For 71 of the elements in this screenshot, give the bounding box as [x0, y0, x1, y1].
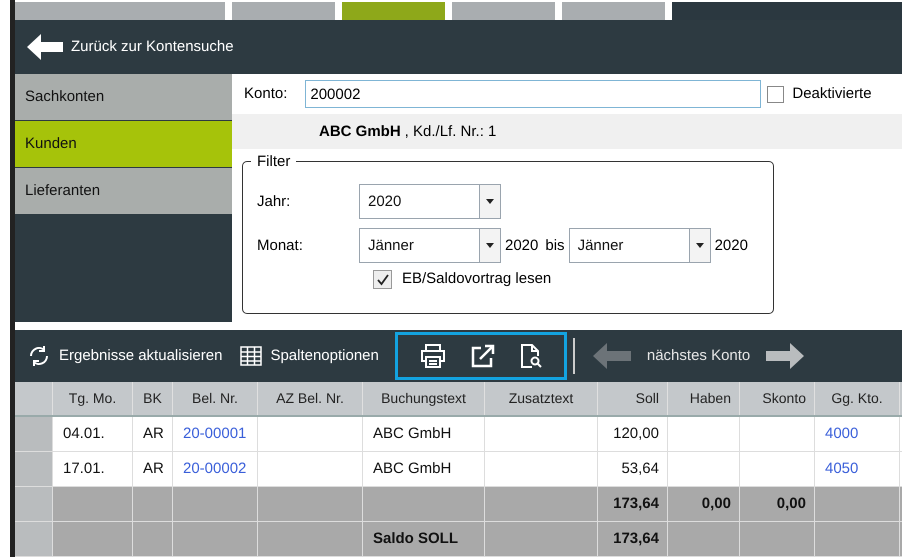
customer-number: , Kd./Lf. Nr.: 1 — [404, 122, 496, 142]
refresh-button[interactable]: Ergebnisse aktualisieren — [27, 344, 222, 368]
column-header[interactable]: Buchungstext — [363, 382, 485, 415]
table-link[interactable]: 4050 — [825, 458, 858, 480]
year-label: Jahr: — [257, 192, 292, 212]
table-icon — [240, 346, 262, 366]
month-label: Monat: — [257, 236, 304, 256]
caret-icon — [486, 243, 494, 248]
column-header[interactable]: Soll — [598, 382, 668, 415]
opening-balance-label: EB/Saldovortrag lesen — [402, 269, 552, 290]
year-dropdown[interactable]: 2020 — [359, 184, 501, 220]
deactivated-label: Deaktivierte — [792, 84, 872, 104]
column-header[interactable]: Gg. Kto. — [815, 382, 900, 415]
column-header[interactable]: Tg. Mo. — [53, 382, 133, 415]
column-header[interactable]: Zusatztext — [485, 382, 598, 415]
year-from-text: 2020 — [505, 236, 538, 256]
arrow-left-icon — [27, 34, 63, 60]
column-options-button[interactable]: Spaltenoptionen — [240, 344, 379, 368]
refresh-icon — [27, 344, 51, 368]
row-header[interactable] — [15, 522, 53, 556]
top-tab[interactable] — [232, 2, 335, 20]
sidebar-item[interactable]: Kunden — [15, 121, 232, 168]
column-header[interactable]: AZ Bel. Nr. — [258, 382, 363, 415]
sidebar-item[interactable]: Lieferanten — [15, 168, 232, 214]
table-cell-text: ABC GmbH — [373, 458, 452, 479]
customer-name: ABC GmbH — [319, 122, 401, 142]
row-header[interactable] — [15, 452, 53, 486]
table-cell-text: 120,00 — [613, 424, 659, 444]
account-field[interactable]: 200002 — [305, 80, 762, 108]
document-search-icon[interactable] — [520, 344, 542, 368]
month-to-dropdown[interactable]: Jänner — [568, 228, 711, 264]
table-cell-text: 17.01. — [63, 458, 105, 479]
deactivated-checkbox[interactable] — [767, 86, 784, 103]
column-header[interactable]: BK — [133, 382, 173, 415]
table-cell-text: 04.01. — [63, 424, 105, 444]
top-tab[interactable] — [562, 2, 665, 20]
caret-icon — [696, 243, 704, 248]
opening-balance-checkbox[interactable] — [373, 270, 392, 290]
table-link[interactable]: 4000 — [825, 422, 858, 446]
table-cell-text: AR — [143, 424, 164, 444]
table-cell-text: 0,00 — [702, 494, 731, 514]
arrow-right-icon — [766, 343, 804, 370]
row-header[interactable] — [15, 417, 53, 451]
column-header[interactable]: Bel. Nr. — [173, 382, 258, 415]
month-from-dropdown[interactable]: Jänner — [359, 228, 501, 264]
to-label: bis — [545, 236, 565, 256]
top-tab[interactable] — [342, 2, 445, 20]
table-cell-text: 173,64 — [613, 494, 659, 514]
next-account-button[interactable]: nächstes Konto — [592, 343, 804, 370]
account-label: Konto: — [244, 84, 288, 104]
table-link[interactable]: 20-00002 — [183, 458, 246, 480]
table-cell-text: 173,64 — [613, 528, 659, 549]
column-header[interactable]: Haben — [668, 382, 740, 415]
table-link[interactable]: 20-00001 — [183, 422, 246, 446]
arrow-left-icon — [592, 343, 631, 370]
export-icon[interactable] — [470, 344, 495, 368]
table-cell-text: AR — [143, 458, 164, 479]
checkmark-icon — [376, 274, 388, 286]
table-cell-text: ABC GmbH — [373, 424, 452, 444]
back-button[interactable]: Zurück zur Kontensuche — [27, 34, 234, 60]
table-cell-text: Saldo SOLL — [373, 528, 458, 549]
top-tab[interactable] — [15, 2, 225, 20]
column-header[interactable]: Skonto — [740, 382, 815, 415]
caret-icon — [486, 199, 494, 204]
row-header[interactable] — [15, 487, 53, 521]
table-cell-text: 53,64 — [621, 458, 659, 479]
year-to-text: 2020 — [714, 236, 748, 256]
table-cell-text: 0,00 — [776, 494, 806, 514]
sidebar-item[interactable]: Sachkonten — [15, 74, 232, 120]
print-icon[interactable] — [420, 344, 446, 368]
top-tab[interactable] — [452, 2, 555, 20]
